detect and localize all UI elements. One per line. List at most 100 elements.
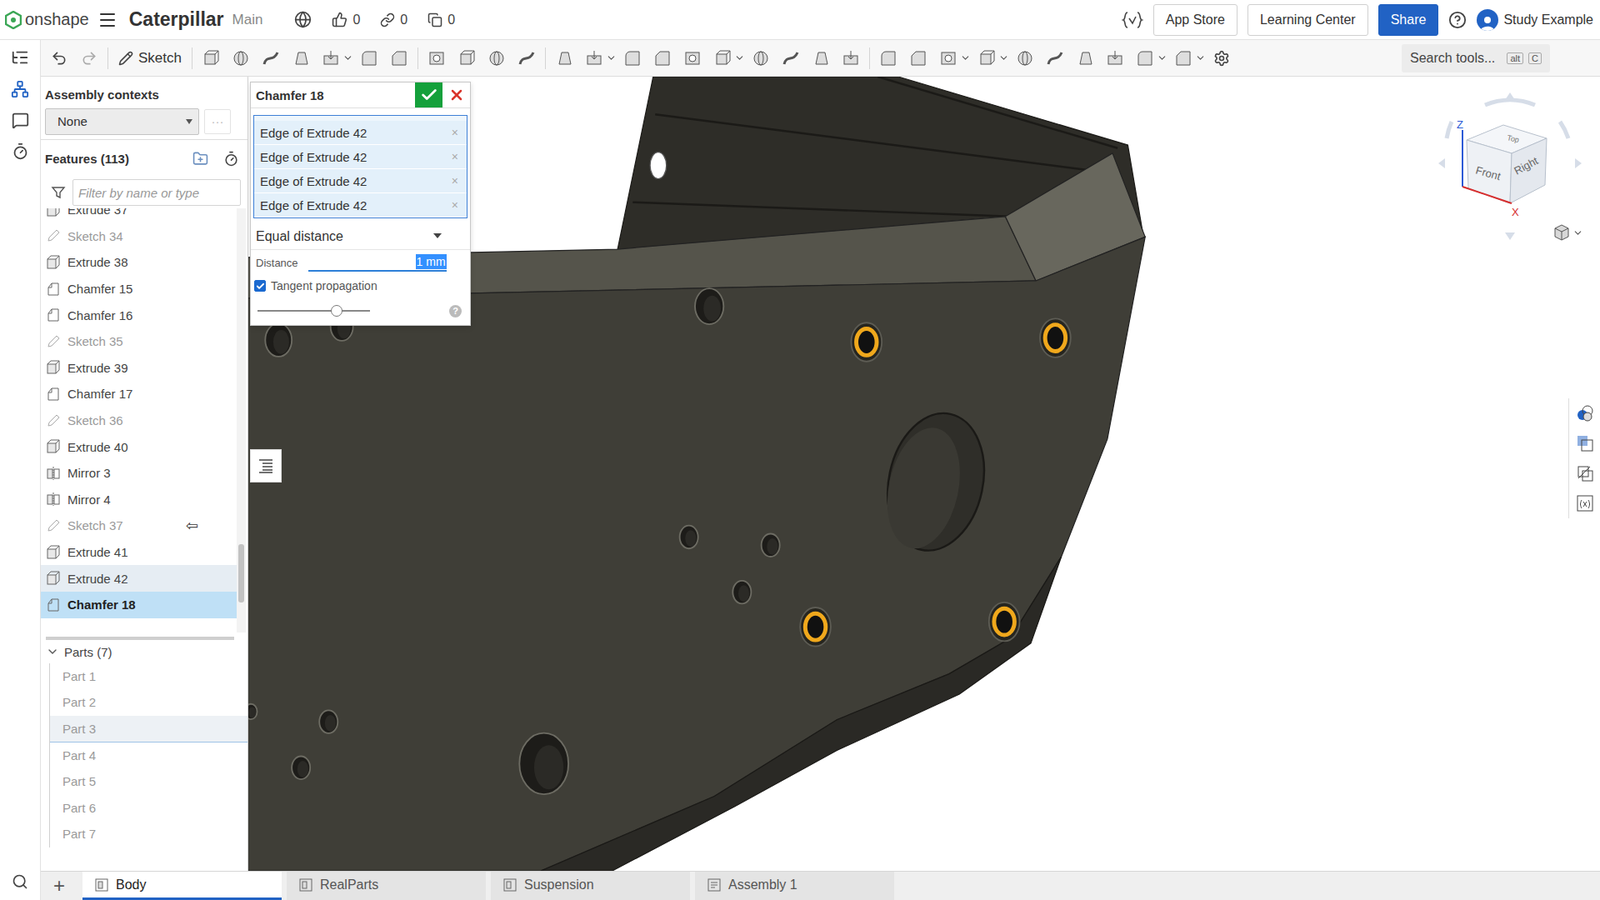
history-icon[interactable] (11, 142, 30, 160)
distance-input[interactable]: 1 mm (308, 254, 447, 272)
tool-button[interactable] (1168, 43, 1199, 74)
tab[interactable]: RealParts (286, 871, 486, 900)
comment-icon[interactable] (11, 111, 30, 130)
rebuild-icon[interactable] (223, 150, 240, 167)
tool-button[interactable] (873, 43, 904, 74)
feature-row[interactable]: Extrude 41 (40, 539, 238, 566)
insert-icon[interactable] (10, 80, 30, 99)
part-row[interactable]: Part 7 (50, 821, 248, 849)
tool-caret[interactable] (342, 52, 355, 64)
tool-button[interactable] (511, 43, 542, 74)
search-icon[interactable] (11, 873, 29, 890)
feature-row[interactable]: Chamfer 18 (40, 591, 238, 619)
feature-row[interactable]: Extrude 37 (40, 208, 238, 224)
sketch-button[interactable]: Sketch (111, 50, 189, 67)
tool-button[interactable] (1010, 43, 1040, 74)
help-icon[interactable] (1448, 10, 1467, 30)
top-button[interactable]: App Store (1153, 4, 1238, 36)
tool-caret[interactable] (998, 52, 1010, 64)
tool-button[interactable] (775, 43, 806, 74)
feature-row[interactable]: Extrude 42 (40, 565, 238, 592)
tool-button[interactable] (805, 43, 836, 74)
chamfer-type-select[interactable]: Equal distance (250, 223, 470, 250)
scroll-track[interactable] (236, 208, 246, 633)
feature-row[interactable]: Extrude 39 (40, 355, 238, 382)
tool-button[interactable] (354, 43, 385, 74)
menu-icon[interactable] (97, 10, 118, 30)
feature-list-icon[interactable] (10, 48, 30, 67)
checkbox[interactable] (254, 280, 266, 292)
feature-row[interactable]: Sketch 35 (40, 328, 238, 355)
part-row[interactable]: Part 2 (50, 690, 248, 717)
tool-button[interactable] (617, 43, 648, 74)
user-menu[interactable]: Study Example (1476, 9, 1594, 31)
redo-button[interactable] (74, 43, 105, 74)
feature-row[interactable]: Chamfer 15 (40, 275, 238, 303)
search-tools[interactable]: Search tools...altC (1401, 44, 1550, 73)
feature-row[interactable]: Sketch 36 (40, 407, 238, 435)
part-row[interactable]: Part 1 (50, 663, 248, 690)
branch-name[interactable]: Main (232, 11, 264, 29)
scroll-thumb[interactable] (238, 544, 245, 603)
right-face[interactable] (1510, 138, 1547, 204)
part-row[interactable]: Part 6 (50, 795, 248, 822)
selection-row[interactable]: Edge of Extrude 42× (254, 145, 467, 170)
tool-button[interactable] (579, 43, 610, 74)
tool-button[interactable] (971, 43, 1002, 74)
graphics-area[interactable]: Chamfer 18Edge of Extrude 42×Edge of Ext… (248, 76, 1600, 871)
remove-button[interactable]: × (451, 125, 459, 140)
tool-button[interactable] (421, 43, 452, 74)
settings-button[interactable] (1206, 43, 1237, 74)
globe-icon[interactable] (294, 10, 312, 29)
tool-button[interactable] (451, 43, 482, 74)
tool-button[interactable] (745, 43, 776, 74)
selection-row[interactable]: Edge of Extrude 42× (254, 120, 467, 145)
view-menu[interactable] (1552, 223, 1584, 242)
tool-button[interactable] (225, 43, 256, 74)
tool-button[interactable] (481, 43, 512, 74)
tool-button[interactable] (1100, 43, 1130, 74)
share-button[interactable]: Share (1378, 4, 1440, 36)
tool-button[interactable] (677, 43, 708, 74)
tool-caret[interactable] (734, 52, 746, 64)
remove-button[interactable]: × (451, 150, 459, 164)
feature-row[interactable]: Chamfer 16 (40, 301, 238, 329)
selection-box[interactable]: Edge of Extrude 42×Edge of Extrude 42×Ed… (253, 115, 468, 219)
section-icon[interactable] (1575, 463, 1595, 484)
appearance-icon[interactable] (1575, 403, 1595, 424)
rollback-marker[interactable]: ⇦ (185, 516, 199, 535)
tool-caret[interactable] (1156, 52, 1169, 64)
selected-edge[interactable] (989, 602, 1020, 642)
filter-icon[interactable] (50, 185, 66, 200)
likes-counter[interactable]: 0 (331, 11, 360, 28)
selected-edge[interactable] (1040, 318, 1071, 358)
remove-button[interactable]: × (451, 198, 459, 212)
assembly-context-select[interactable]: None (45, 108, 200, 135)
tool-button[interactable] (285, 43, 316, 74)
tool-button[interactable] (195, 43, 226, 74)
tab[interactable]: Assembly 1 (695, 871, 895, 900)
cancel-button[interactable] (442, 82, 470, 108)
feature-row[interactable]: Chamfer 17 (40, 380, 238, 408)
add-folder-icon[interactable] (192, 150, 209, 167)
tool-caret[interactable] (605, 52, 618, 64)
feature-row[interactable]: Extrude 40 (40, 433, 238, 460)
configuration-icon[interactable] (1575, 493, 1595, 514)
feature-row[interactable]: Sketch 34 (40, 223, 238, 250)
feature-row[interactable]: Mirror 4 (40, 486, 238, 514)
tool-button[interactable] (384, 43, 415, 74)
tab[interactable]: Suspension (490, 871, 690, 900)
tool-button[interactable] (835, 43, 866, 74)
copies-counter[interactable]: 0 (427, 12, 455, 28)
tool-button[interactable] (707, 43, 738, 74)
parts-header[interactable]: Parts (7) (40, 640, 248, 664)
selection-row[interactable]: Edge of Extrude 42× (254, 169, 467, 194)
accept-button[interactable] (415, 82, 443, 108)
tab[interactable]: Body (82, 871, 282, 900)
feature-row[interactable]: Mirror 3 (40, 460, 238, 487)
tool-button[interactable] (549, 43, 580, 74)
tool-button[interactable] (1130, 43, 1160, 74)
selected-edge[interactable] (850, 322, 882, 362)
tool-button[interactable] (255, 43, 286, 74)
feature-row[interactable]: Extrude 38 (40, 249, 238, 276)
